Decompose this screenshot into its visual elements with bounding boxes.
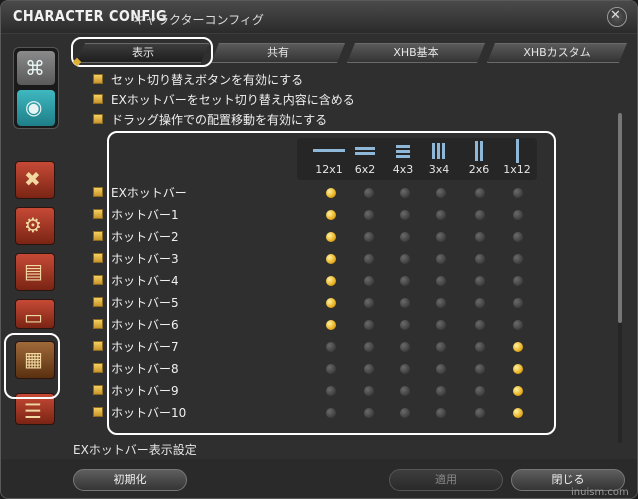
scrollbar-thumb[interactable] [618, 113, 622, 323]
tab-xhb-custom[interactable]: XHBカスタム [487, 43, 627, 63]
cross-arrows-icon: ✖ [24, 167, 41, 191]
hotbar-visible-checkbox[interactable] [93, 297, 103, 307]
hotbar-visible-checkbox[interactable] [93, 275, 103, 285]
tab-shared[interactable]: 共有 [211, 43, 345, 63]
chat-icon: ☰ [24, 399, 42, 423]
hotbar-visible-checkbox[interactable] [93, 363, 103, 373]
checkbox[interactable] [93, 94, 103, 104]
hotbar-visible-checkbox[interactable] [93, 385, 103, 395]
option-label: ドラッグ操作での配置移動を有効にする [111, 113, 328, 127]
gamepad-mode-button[interactable]: ⌘ [17, 51, 55, 85]
sidebar-item-ui[interactable]: ▤ [15, 253, 55, 291]
hotbar-visible-checkbox[interactable] [93, 231, 103, 241]
mouse-icon: ◉ [25, 95, 43, 119]
tab-xhb-basic[interactable]: XHB基本 [347, 43, 485, 63]
sidebar-selection-highlight [4, 333, 60, 399]
hotbar-visible-checkbox[interactable] [93, 341, 103, 351]
bar-icon: ▭ [24, 305, 43, 329]
hotbar-visible-checkbox[interactable] [93, 209, 103, 219]
gamepad-icon: ⌘ [25, 56, 45, 80]
close-icon: ✕ [610, 8, 621, 23]
window-subtitle: キャラクターコンフィグ [133, 13, 264, 27]
input-mode-group: ⌘ ◉ [13, 47, 59, 129]
gear-bag-icon: ⚙ [24, 213, 42, 237]
option-label: セット切り替えボタンを有効にする [111, 73, 304, 87]
sidebar-item-control[interactable]: ✖ [15, 161, 55, 199]
hotbar-visible-checkbox[interactable] [93, 407, 103, 417]
hotbar-visible-checkbox[interactable] [93, 187, 103, 197]
character-config-window: CHARACTER CONFIG キャラクターコンフィグ ✕ ⌘ ◉ ✖ ⚙ ▤… [0, 0, 638, 499]
sidebar-item-bar[interactable]: ▭ [15, 299, 55, 329]
hotbar-visible-checkbox[interactable] [93, 319, 103, 329]
title-bar: CHARACTER CONFIG キャラクターコンフィグ ✕ [1, 1, 637, 34]
mouse-mode-button[interactable]: ◉ [17, 90, 55, 126]
reset-button[interactable]: 初期化 [73, 469, 187, 491]
sidebar-item-character[interactable]: ⚙ [15, 207, 55, 245]
checkbox[interactable] [93, 74, 103, 84]
tab-selection-highlight [71, 37, 213, 67]
watermark: inuism.com [571, 487, 629, 498]
checkbox[interactable] [93, 114, 103, 124]
close-window-button[interactable]: ✕ [607, 7, 627, 27]
hotbar-panel-highlight [107, 131, 556, 435]
section-label: EXホットバー表示設定 [73, 443, 197, 457]
apply-button[interactable]: 適用 [389, 469, 503, 491]
hotbar-visible-checkbox[interactable] [93, 253, 103, 263]
option-label: EXホットバーをセット切り替え内容に含める [111, 93, 355, 107]
card-icon: ▤ [24, 259, 43, 283]
